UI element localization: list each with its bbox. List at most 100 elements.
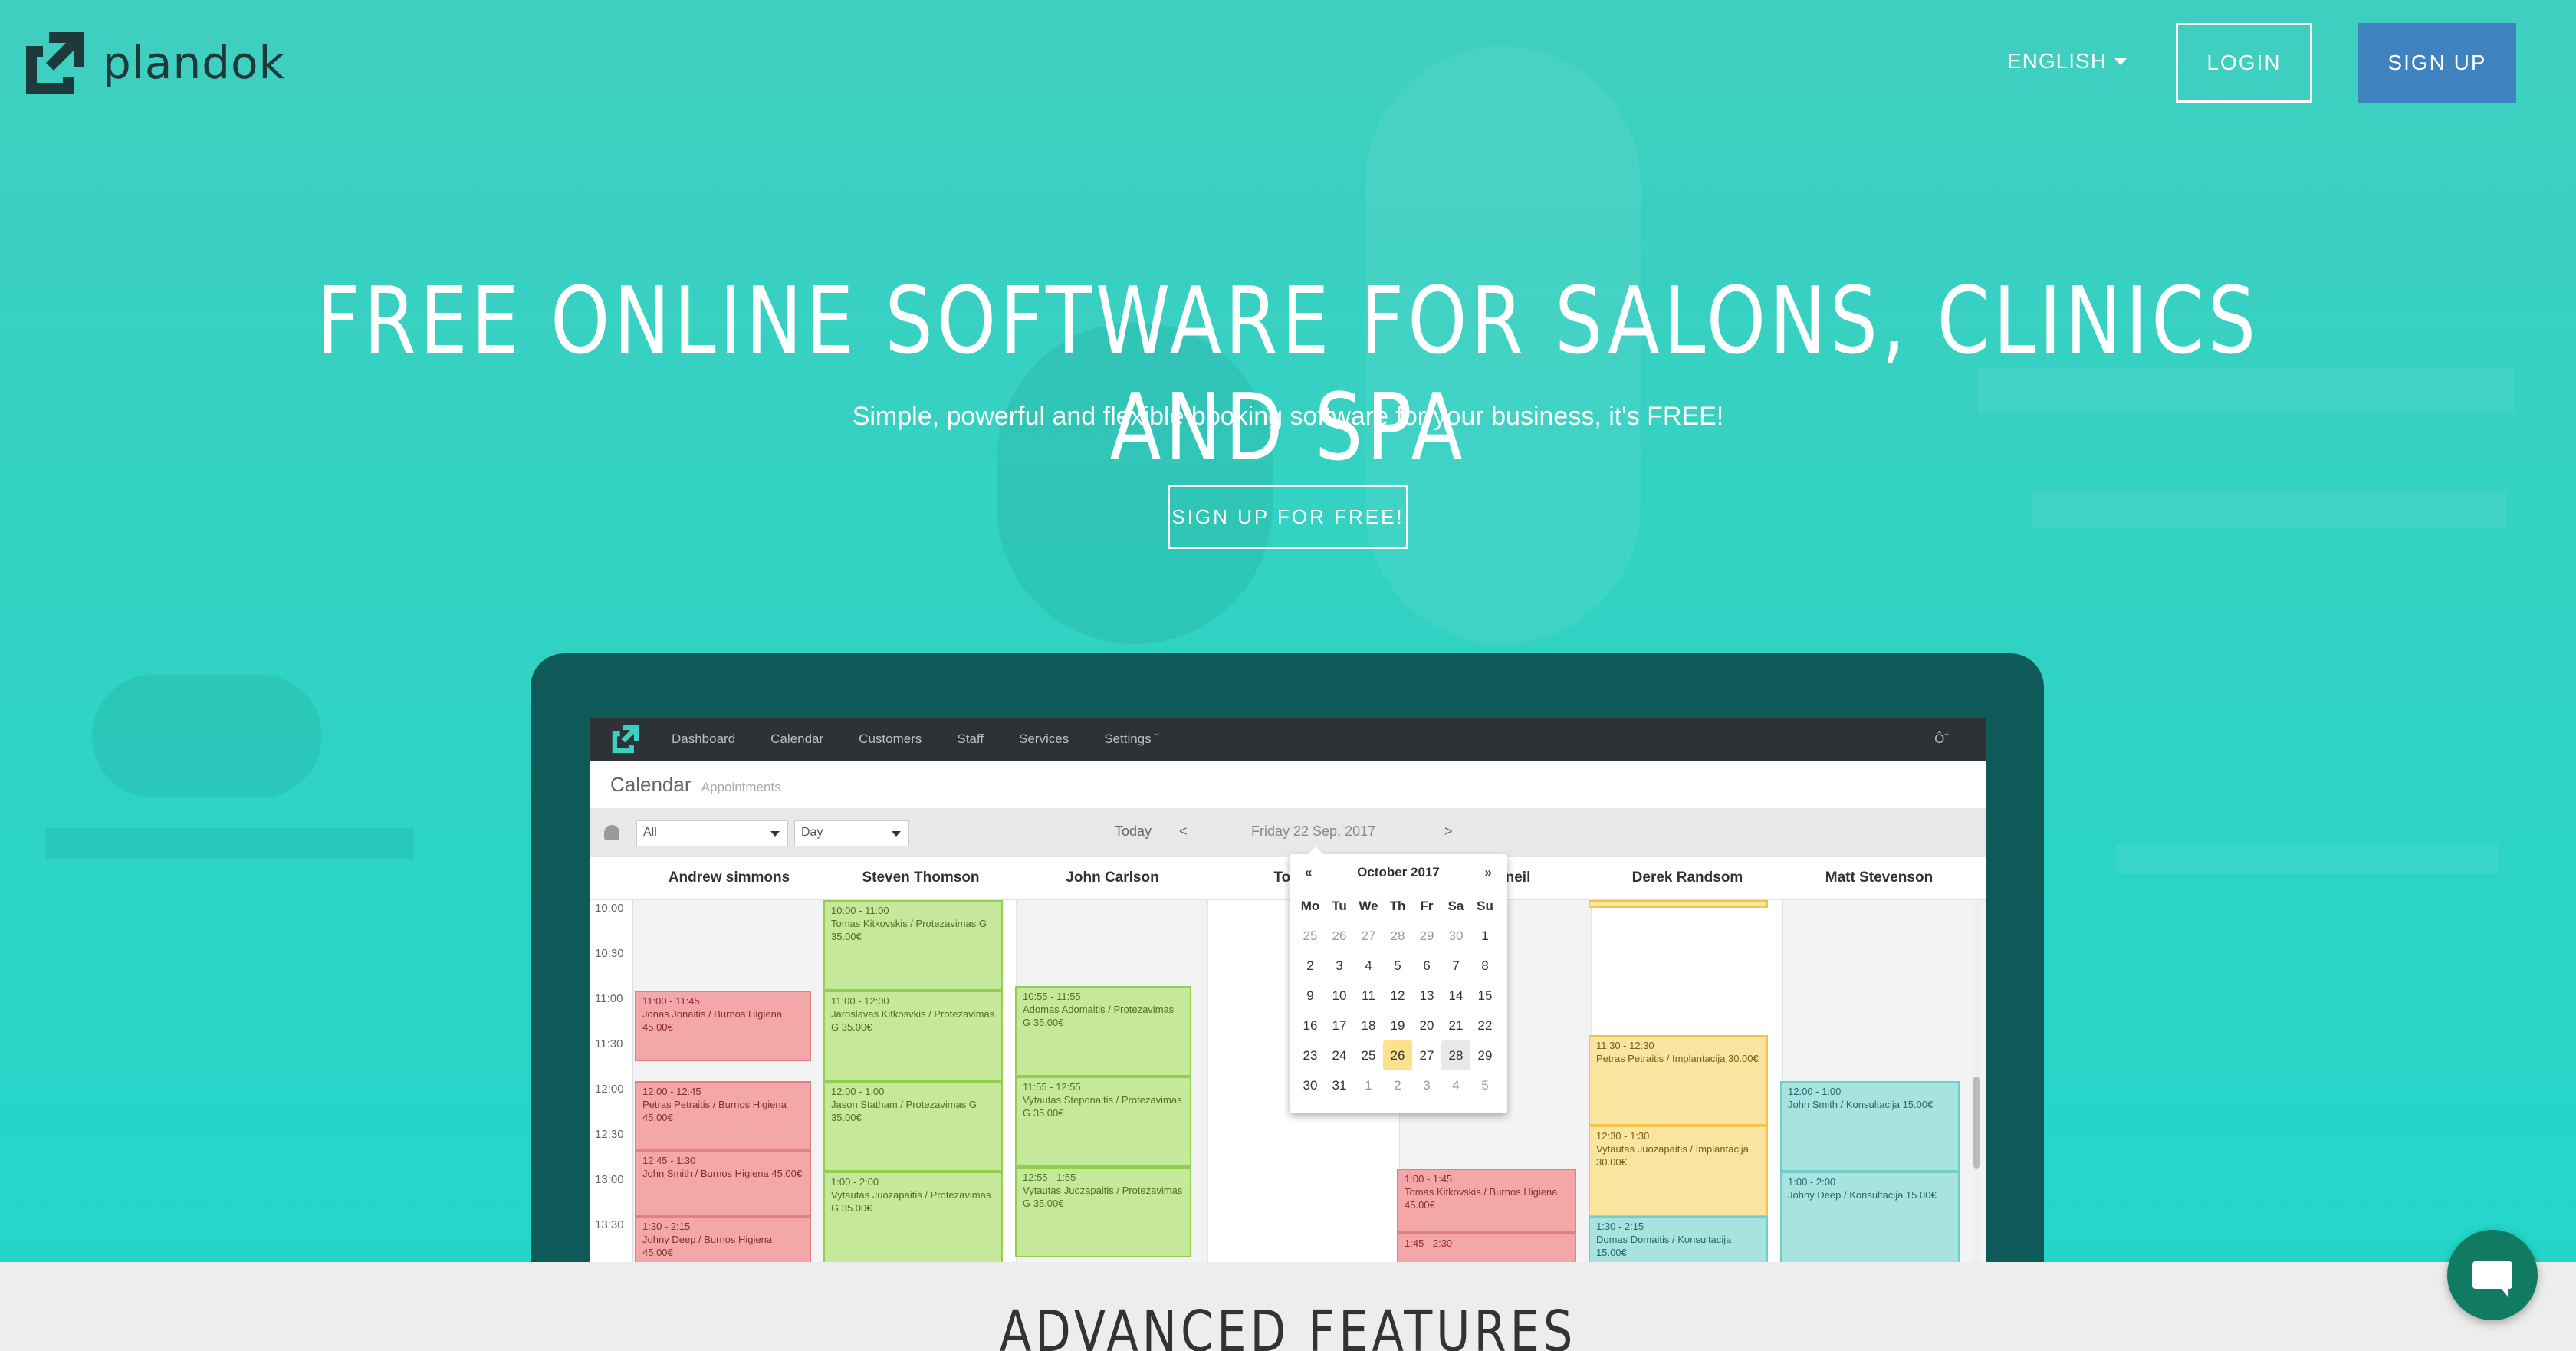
appointment-text: Petras Petraitis / Burnos Higiena 45.00€ xyxy=(642,1099,787,1123)
app-nav-services: Services xyxy=(1019,731,1070,746)
picker-day: 22 xyxy=(1477,1017,1493,1033)
appointment-block: 1:45 - 2:30 xyxy=(1397,1233,1576,1262)
appointment-text: Jonas Jonaitis / Burnos Higiena 45.00€ xyxy=(642,1008,783,1033)
picker-day: 14 xyxy=(1448,988,1464,1003)
logo[interactable]: plandok xyxy=(23,29,285,97)
appointment-time: 11:30 - 12:30 xyxy=(1596,1040,1654,1051)
picker-day-today: 26 xyxy=(1383,1040,1412,1070)
picker-dow: Mo xyxy=(1300,898,1320,913)
appointment-text: John Smith / Burnos Higiena 45.00€ xyxy=(642,1168,803,1179)
picker-day: 30 xyxy=(1303,1077,1318,1093)
next-date-icon: > xyxy=(1444,823,1453,839)
time-label: 12:30 xyxy=(595,1128,624,1141)
picker-day: 21 xyxy=(1448,1017,1464,1033)
login-button[interactable]: LOGIN xyxy=(2176,23,2312,103)
picker-day: 5 xyxy=(1481,1077,1489,1093)
picker-day: 28 xyxy=(1390,928,1405,943)
language-selector[interactable]: ENGLISH xyxy=(2007,49,2127,74)
appointment-text: Johny Deep / Burnos Higiena 45.00€ xyxy=(642,1234,773,1258)
picker-day: 12 xyxy=(1390,988,1405,1003)
appointment-block: 1:00 - 2:00 Vytautas Juozapaitis / Prote… xyxy=(823,1172,1003,1262)
appointment-block: 12:00 - 12:45 Petras Petraitis / Burnos … xyxy=(635,1081,811,1150)
appointment-time: 11:55 - 12:55 xyxy=(1023,1081,1081,1093)
appointment-text: Vytautas Juozapaitis / Protezavimas G 35… xyxy=(831,1189,991,1214)
picker-day: 2 xyxy=(1306,958,1314,973)
appointment-block: 12:55 - 1:55 Vytautas Juozapaitis / Prot… xyxy=(1015,1167,1191,1257)
appointment-block: 1:00 - 2:00 Johny Deep / Konsultacija 15… xyxy=(1780,1172,1960,1262)
dropdown-icon xyxy=(770,831,780,837)
appointment-block xyxy=(1589,900,1768,908)
picker-day: 25 xyxy=(1303,928,1318,943)
app-navbar: Dashboard Calendar Customers Staff Servi… xyxy=(590,718,1986,761)
signup-button[interactable]: SIGN UP xyxy=(2358,23,2516,103)
appointment-block: 12:00 - 1:00 John Smith / Konsultacija 1… xyxy=(1780,1081,1960,1172)
picker-day: 11 xyxy=(1362,988,1375,1003)
picker-day: 6 xyxy=(1423,958,1431,973)
appointment-time: 10:00 - 11:00 xyxy=(831,905,889,916)
hero-subline: Simple, powerful and flexible booking so… xyxy=(852,402,1724,431)
chat-button[interactable] xyxy=(2447,1230,2538,1320)
picker-day: 16 xyxy=(1303,1017,1318,1033)
logo-text: plandok xyxy=(103,37,286,89)
picker-day: 23 xyxy=(1303,1047,1318,1063)
appointment-time: 12:00 - 1:00 xyxy=(831,1086,885,1097)
staff-column-headers: Andrew simmons Steven Thomson John Carls… xyxy=(590,857,1986,900)
appointment-block: 1:30 - 2:15 Domas Domaitis / Konsultacij… xyxy=(1589,1216,1768,1262)
appointment-text: Vytautas Steponaitis / Protezavimas G 35… xyxy=(1023,1094,1182,1119)
app-screenshot: Dashboard Calendar Customers Staff Servi… xyxy=(590,718,1986,1262)
language-label: ENGLISH xyxy=(2007,49,2107,73)
appointment-text: Tomas Kitkovskis / Protezavimas G 35.00€ xyxy=(831,918,987,942)
picker-day: 4 xyxy=(1452,1077,1460,1093)
appointment-text: Jason Statham / Protezavimas G 35.00€ xyxy=(831,1099,978,1123)
appointment-text: Vytautas Juozapaitis / Implantacija 30.0… xyxy=(1596,1143,1749,1168)
picker-day: 3 xyxy=(1336,958,1343,973)
appointment-time: 1:45 - 2:30 xyxy=(1405,1238,1453,1249)
time-label: 13:30 xyxy=(595,1218,624,1231)
appointment-time: 12:55 - 1:55 xyxy=(1023,1172,1076,1183)
picker-day: 18 xyxy=(1361,1017,1376,1033)
appointment-block: 1:00 - 1:45 Tomas Kitkovskis / Burnos Hi… xyxy=(1397,1169,1576,1233)
date-picker-header: October 2017 « » xyxy=(1290,865,1507,885)
picker-day: 24 xyxy=(1332,1047,1347,1063)
calendar-subtitle: Appointments xyxy=(701,780,781,794)
picker-day: 29 xyxy=(1477,1047,1493,1063)
column-header: John Carlson xyxy=(1066,869,1159,886)
picker-day: 30 xyxy=(1448,928,1464,943)
picker-day: 7 xyxy=(1452,958,1460,973)
time-label: 12:00 xyxy=(595,1083,624,1096)
view-filter-value: Day xyxy=(801,826,823,839)
prev-date-icon: < xyxy=(1179,823,1188,839)
app-user-menu: Ôˇ xyxy=(1934,731,1949,746)
features-title: ADVANCED FEATURES xyxy=(999,1299,1577,1351)
picker-day: 3 xyxy=(1423,1077,1431,1093)
app-logo-icon xyxy=(610,724,641,754)
app-nav-settings: Settings ˇ xyxy=(1104,731,1160,746)
picker-month: October 2017 xyxy=(1357,865,1440,879)
calendar-grid: 10:00 10:30 11:00 11:30 12:00 12:30 13:0… xyxy=(590,900,1986,1262)
view-filter-select: Day xyxy=(794,820,909,846)
hero-headline: FREE ONLINE SOFTWARE FOR SALONS, CLINICS… xyxy=(316,268,2260,482)
time-label: 10:00 xyxy=(595,902,624,915)
appointment-block: 11:00 - 12:00 Jaroslavas Kitkosvkis / Pr… xyxy=(823,991,1003,1081)
staff-filter-value: All xyxy=(643,826,657,839)
picker-dow: We xyxy=(1359,898,1378,913)
appointment-block: 1:30 - 2:15 Johny Deep / Burnos Higiena … xyxy=(635,1216,811,1262)
staff-filter-select: All xyxy=(636,820,788,846)
appointment-block: 10:55 - 11:55 Adomas Adomaitis / Proteza… xyxy=(1015,986,1191,1077)
picker-day: 27 xyxy=(1361,928,1376,943)
picker-dow: Su xyxy=(1477,898,1493,913)
appointment-block: 11:30 - 12:30 Petras Petraitis / Implant… xyxy=(1589,1035,1768,1126)
picker-day: 9 xyxy=(1306,988,1314,1003)
picker-day: 26 xyxy=(1332,928,1347,943)
appointment-time: 1:00 - 1:45 xyxy=(1405,1173,1453,1185)
picker-day: 2 xyxy=(1394,1077,1401,1093)
appointment-time: 12:00 - 1:00 xyxy=(1788,1086,1842,1097)
logo-icon xyxy=(23,29,87,97)
appointment-text: Petras Petraitis / Implantacija 30.00€ xyxy=(1596,1053,1759,1064)
signup-free-button[interactable]: SIGN UP FOR FREE! xyxy=(1168,485,1408,549)
appointment-text: Vytautas Juozapaitis / Protezavimas G 35… xyxy=(1023,1185,1183,1209)
column-header: Derek Randsom xyxy=(1631,869,1743,886)
picker-day: 10 xyxy=(1332,988,1347,1003)
appointment-time: 1:30 - 2:15 xyxy=(1596,1221,1644,1232)
app-nav-staff: Staff xyxy=(957,731,984,746)
